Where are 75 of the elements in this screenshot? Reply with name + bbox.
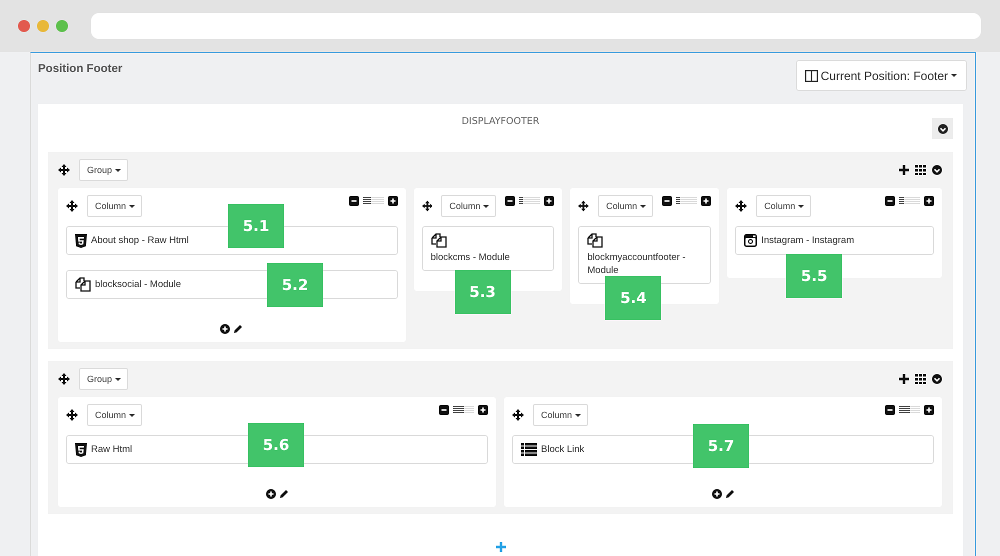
list-icon [521,443,537,456]
html5-icon [75,442,87,456]
camera-icon [744,234,758,247]
move-icon[interactable] [66,409,78,421]
pencil-icon[interactable] [278,489,288,499]
module-label: blockcms - Module [430,251,510,264]
copy-icon [430,233,447,248]
minus-icon[interactable] [439,405,449,415]
columns-icon [804,70,818,82]
width-indicator [676,197,698,205]
html5-icon [75,234,87,248]
step-badge: 5.1 [228,204,284,248]
minus-icon[interactable] [662,196,672,206]
copy-icon [75,277,91,292]
add-circle-icon[interactable] [712,489,722,499]
plus-icon[interactable] [701,196,712,206]
move-icon[interactable] [58,164,70,176]
maximize-window-dot[interactable] [56,20,68,32]
move-icon[interactable] [66,200,78,212]
step-badge: 5.6 [248,423,304,467]
width-indicator [519,197,540,205]
plus-icon[interactable] [544,196,554,206]
module-label: About shop - Raw Html [91,234,189,247]
column-dropdown[interactable]: Column [87,404,142,426]
module-label: Raw Html [91,443,132,456]
step-badge: 5.2 [267,263,323,307]
step-badge: 5.7 [693,424,749,468]
page-title: Position Footer [38,63,122,75]
plus-icon[interactable] [388,196,398,206]
move-icon[interactable] [422,200,432,212]
close-window-dot[interactable] [18,20,30,32]
pencil-icon[interactable] [724,489,734,499]
column-dropdown[interactable]: Column [441,195,496,217]
circle-down-icon [938,124,948,134]
minus-icon[interactable] [505,196,516,206]
minimize-window-dot[interactable] [37,20,49,32]
step-badge: 5.4 [605,276,662,320]
width-indicator [362,197,384,205]
circle-down-icon[interactable] [932,374,942,384]
minus-icon[interactable] [884,196,895,206]
group-dropdown[interactable]: Group [79,159,128,181]
width-indicator [453,406,474,414]
move-icon[interactable] [578,200,590,212]
column-dropdown[interactable]: Column [756,195,812,217]
move-icon[interactable] [512,409,524,421]
module-label: Block Link [541,443,584,456]
move-icon[interactable] [735,200,748,212]
plus-icon[interactable] [924,196,934,206]
width-indicator [898,197,920,205]
plus-icon[interactable] [899,165,909,175]
minus-icon[interactable] [885,405,895,415]
add-group-button[interactable] [496,542,506,552]
add-circle-icon[interactable] [266,489,276,499]
plus-icon[interactable] [899,374,909,384]
column-dropdown[interactable]: Column [87,195,142,217]
step-badge: 5.5 [786,254,842,298]
add-circle-icon[interactable] [220,324,230,334]
module-label: blocksocial - Module [95,278,182,291]
circle-down-icon[interactable] [932,165,942,175]
move-icon[interactable] [58,373,70,385]
position-dropdown[interactable]: Current Position: Footer [796,60,967,91]
column-dropdown[interactable]: Column [533,404,588,426]
column-dropdown[interactable]: Column [598,195,654,217]
collapse-button[interactable] [932,118,953,139]
grid-icon[interactable] [915,374,926,384]
group-dropdown[interactable]: Group [79,368,128,390]
module-label: Instagram - Instagram [761,234,854,247]
step-badge: 5.3 [454,270,511,314]
hook-name: DISPLAYFOOTER [462,116,540,128]
grid-icon[interactable] [915,165,926,175]
module-label: blockmyaccountfooter - Module [587,251,687,277]
minus-icon[interactable] [348,196,359,206]
pencil-icon[interactable] [233,324,244,334]
width-indicator [899,406,920,414]
copy-icon [587,233,604,248]
